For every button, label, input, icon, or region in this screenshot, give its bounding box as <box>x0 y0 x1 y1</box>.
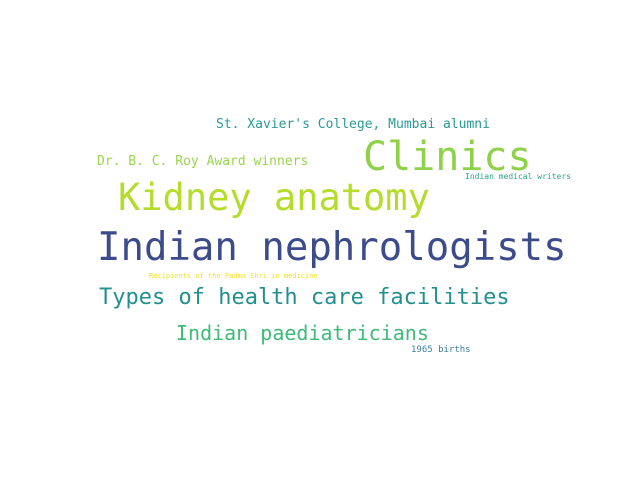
word-cloud: St. Xavier's College, Mumbai alumni Dr. … <box>0 0 640 480</box>
word-indian-nephrologists: Indian nephrologists <box>97 225 567 270</box>
word-indian-paediatricians: Indian paediatricians <box>176 321 429 345</box>
word-clinics: Clinics <box>363 134 532 180</box>
word-types-of-health-care-facilities: Types of health care facilities <box>99 285 510 310</box>
word-indian-medical-writers: Indian medical writers <box>465 172 571 181</box>
word-recipients-of-the-padma-shri-in-medicine: Recipients of the Padma Shri in medicine <box>149 272 318 280</box>
word-st-xaviers-college-mumbai-alumni: St. Xavier's College, Mumbai alumni <box>216 117 490 132</box>
word-1965-births: 1965 births <box>411 345 471 355</box>
word-kidney-anatomy: Kidney anatomy <box>118 176 430 219</box>
word-dr-bc-roy-award-winners: Dr. B. C. Roy Award winners <box>97 154 309 169</box>
